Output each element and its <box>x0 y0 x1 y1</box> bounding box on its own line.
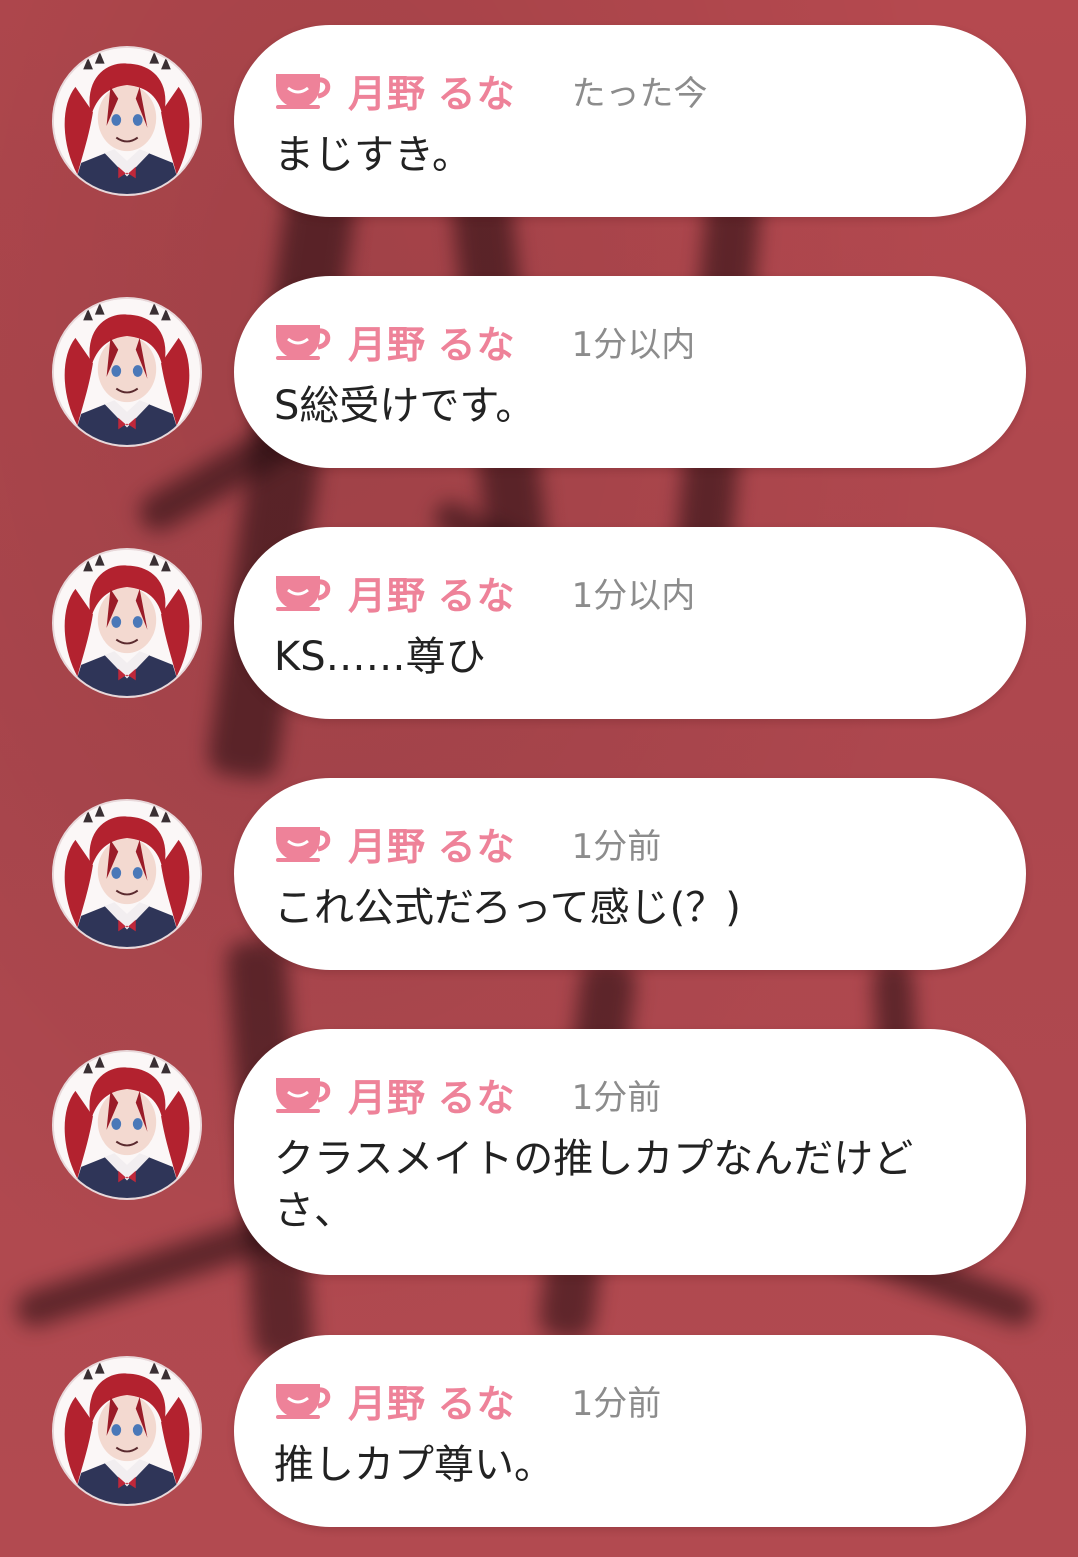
avatar[interactable] <box>52 297 202 447</box>
message-bubble[interactable]: 月野 るな 1分前 クラスメイトの推しカプなんだけどさ、 <box>234 1029 1026 1275</box>
message-text: クラスメイトの推しカプなんだけどさ、 <box>274 1136 914 1234</box>
author-name[interactable]: 月野 るな <box>348 816 516 871</box>
message-text: 推しカプ尊い。 <box>274 1442 554 1488</box>
message-text: これ公式だろって感じ(？) <box>274 885 741 931</box>
timestamp: 1分前 <box>571 1077 662 1118</box>
message-bubble[interactable]: 月野 るな 1分前 推しカプ尊い。 <box>234 1335 1026 1527</box>
avatar-icon <box>54 48 200 194</box>
cup-icon <box>274 321 332 361</box>
avatar[interactable] <box>52 1356 202 1506</box>
author-name[interactable]: 月野 るな <box>348 565 516 620</box>
cup-icon <box>274 1074 332 1114</box>
cup-icon <box>274 1380 332 1420</box>
timestamp: たった今 <box>571 73 708 114</box>
timestamp: 1分前 <box>571 1383 662 1424</box>
message-header: 月野 るな 1分前 <box>274 1067 974 1122</box>
message-header: 月野 るな 1分前 <box>274 1373 974 1428</box>
cup-icon <box>274 572 332 612</box>
avatar[interactable] <box>52 46 202 196</box>
message-bubble[interactable]: 月野 るな 1分以内 KS……尊ひ <box>234 527 1026 719</box>
avatar[interactable] <box>52 799 202 949</box>
avatar-icon <box>54 801 200 947</box>
message-header: 月野 るな 1分以内 <box>274 314 974 369</box>
message-header: 月野 るな たった今 <box>274 63 974 118</box>
message-feed: 月野 るな たった今 まじすき。 月野 るな 1分以内 S総受けです。 月野 る… <box>0 0 1078 1557</box>
cup-icon <box>274 70 332 110</box>
author-name[interactable]: 月野 るな <box>348 1373 516 1428</box>
author-name[interactable]: 月野 るな <box>348 1067 516 1122</box>
author-name[interactable]: 月野 るな <box>348 314 516 369</box>
avatar-icon <box>54 1052 200 1198</box>
author-name[interactable]: 月野 るな <box>348 63 516 118</box>
cup-icon <box>274 823 332 863</box>
message-bubble[interactable]: 月野 るな 1分以内 S総受けです。 <box>234 276 1026 468</box>
avatar-icon <box>54 299 200 445</box>
message-text: S総受けです。 <box>274 383 536 429</box>
timestamp: 1分以内 <box>571 324 696 365</box>
avatar[interactable] <box>52 1050 202 1200</box>
timestamp: 1分前 <box>571 826 662 867</box>
message-text: まじすき。 <box>274 132 472 178</box>
message-bubble[interactable]: 月野 るな 1分前 これ公式だろって感じ(？) <box>234 778 1026 970</box>
message-text: KS……尊ひ <box>274 634 486 680</box>
message-header: 月野 るな 1分以内 <box>274 565 974 620</box>
avatar[interactable] <box>52 548 202 698</box>
timestamp: 1分以内 <box>571 575 696 616</box>
avatar-icon <box>54 550 200 696</box>
message-header: 月野 るな 1分前 <box>274 816 974 871</box>
avatar-icon <box>54 1358 200 1504</box>
message-bubble[interactable]: 月野 るな たった今 まじすき。 <box>234 25 1026 217</box>
